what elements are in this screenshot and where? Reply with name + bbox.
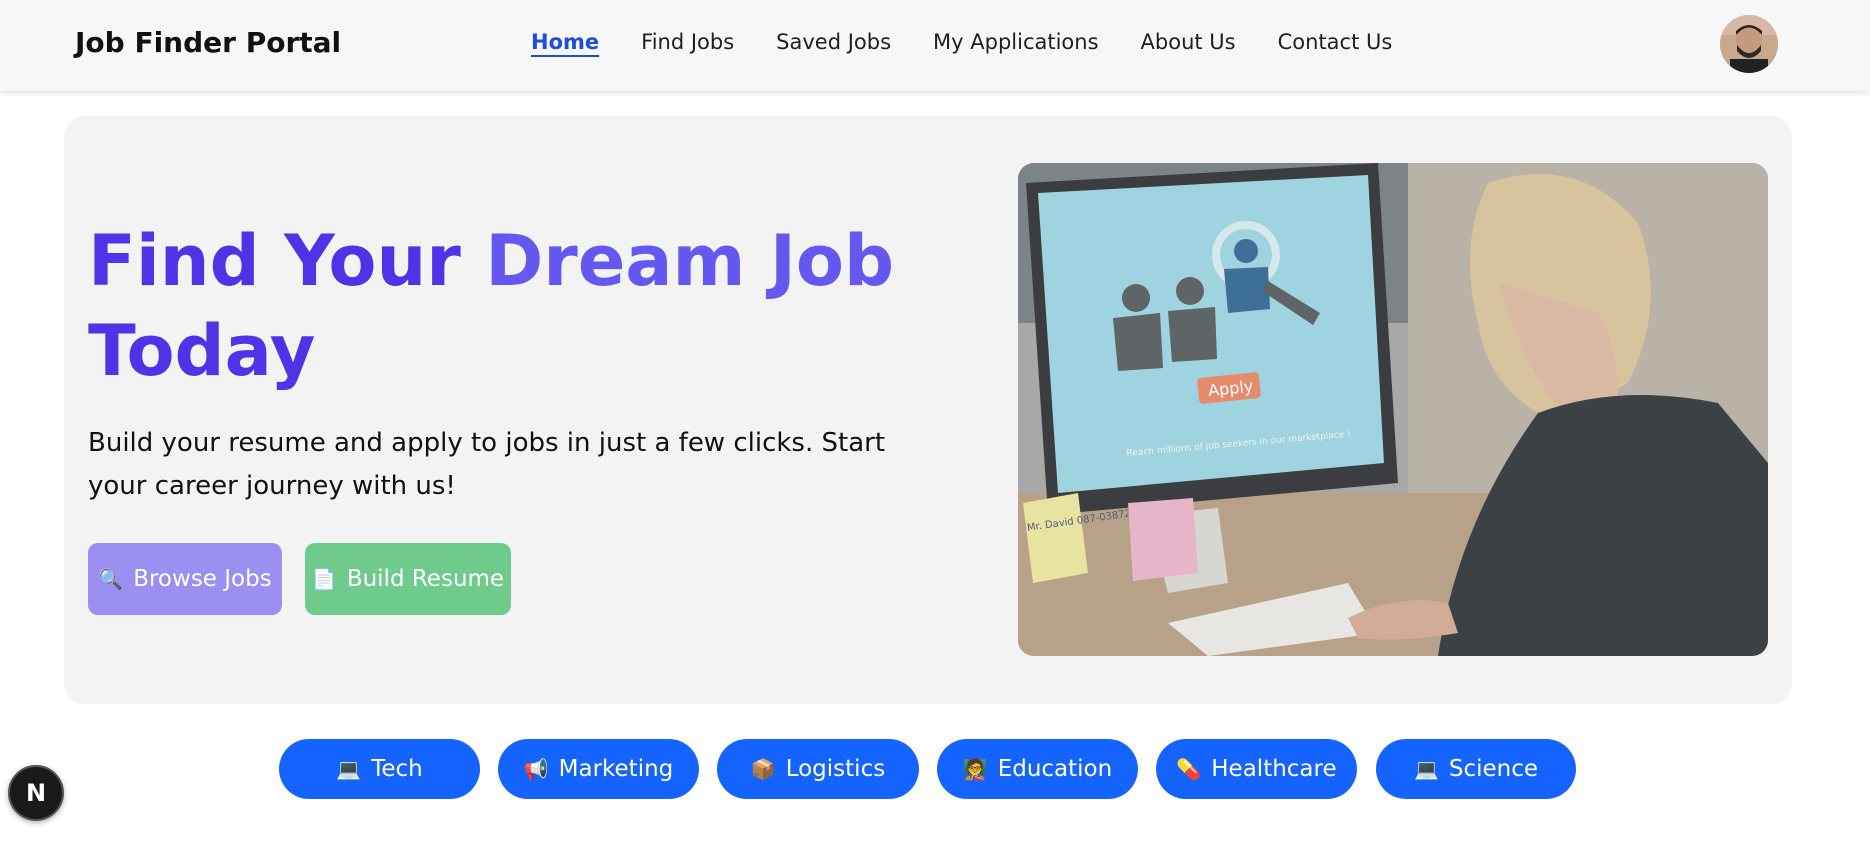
build-resume-button[interactable]: 📄 Build Resume xyxy=(305,543,511,615)
build-resume-label: Build Resume xyxy=(346,566,505,592)
package-icon: 📦 xyxy=(750,757,776,781)
hero-subtitle: Build your resume and apply to jobs in j… xyxy=(88,428,886,501)
laptop-icon: 💻 xyxy=(336,757,362,781)
category-education[interactable]: 🧑‍🏫 Education xyxy=(937,739,1138,799)
browse-jobs-label: Browse Jobs xyxy=(133,566,272,592)
top-navbar: Job Finder Portal Home Find Jobs Saved J… xyxy=(0,0,1870,91)
category-logistics[interactable]: 📦 Logistics xyxy=(717,739,919,799)
nextjs-badge[interactable]: N xyxy=(8,765,64,821)
category-label: Healthcare xyxy=(1211,756,1337,782)
category-label: Tech xyxy=(371,756,423,782)
megaphone-icon: 📢 xyxy=(523,757,549,781)
category-label: Logistics xyxy=(785,756,886,782)
nav-saved-jobs[interactable]: Saved Jobs xyxy=(776,30,891,54)
hero-title-part2: Today xyxy=(88,310,316,392)
category-label: Education xyxy=(997,756,1113,782)
hero-title-part1: Find Your xyxy=(88,220,486,302)
document-icon: 📄 xyxy=(311,567,337,591)
nav-home[interactable]: Home xyxy=(531,30,599,54)
hero-image: Apply Reach millions of job seekers in o… xyxy=(1018,163,1768,656)
user-avatar[interactable] xyxy=(1720,15,1778,73)
main-nav: Home Find Jobs Saved Jobs My Application… xyxy=(531,30,1434,54)
nav-find-jobs[interactable]: Find Jobs xyxy=(641,30,734,54)
hero-title-accent: Dream Job xyxy=(485,220,895,302)
brand-title[interactable]: Job Finder Portal xyxy=(75,26,341,59)
hero-title: Find Your Dream Job Today xyxy=(88,216,908,396)
browse-jobs-button[interactable]: 🔍 Browse Jobs xyxy=(88,543,282,615)
nav-about-us[interactable]: About Us xyxy=(1141,30,1236,54)
teacher-icon: 🧑‍🏫 xyxy=(962,757,988,781)
category-tech[interactable]: 💻 Tech xyxy=(279,739,480,799)
pill-icon: 💊 xyxy=(1176,757,1202,781)
nav-contact-us[interactable]: Contact Us xyxy=(1278,30,1393,54)
search-icon: 🔍 xyxy=(98,567,124,591)
category-label: Marketing xyxy=(558,756,674,782)
laptop-icon: 💻 xyxy=(1413,757,1439,781)
category-label: Science xyxy=(1448,756,1539,782)
nav-my-applications[interactable]: My Applications xyxy=(933,30,1099,54)
category-science[interactable]: 💻 Science xyxy=(1376,739,1576,799)
category-marketing[interactable]: 📢 Marketing xyxy=(498,739,699,799)
hero-section: Find Your Dream Job Today Build your res… xyxy=(64,116,1792,704)
category-healthcare[interactable]: 💊 Healthcare xyxy=(1156,739,1357,799)
